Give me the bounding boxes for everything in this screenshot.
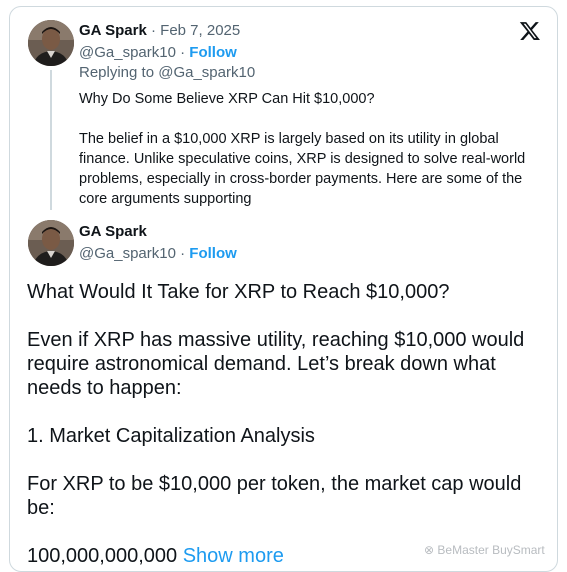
tweet-line: For XRP to be $10,000 per token, the mar… [27,473,522,495]
quoted-handle[interactable]: @Ga_spark10 [79,44,176,61]
separator: · [146,22,161,39]
quoted-tweet-text: Why Do Some Believe XRP Can Hit $10,000?… [79,89,549,209]
thread-connector-line [50,70,52,210]
tweet-line: needs to happen: [27,377,182,399]
quoted-paragraph: The belief in a $10,000 XRP is largely b… [79,131,526,207]
main-author-line: GA Spark [79,223,147,240]
tweet-line: require astronomical demand. Let’s break… [27,353,496,375]
quoted-author-name[interactable]: GA Spark [79,22,147,39]
quoted-date[interactable]: Feb 7, 2025 [160,22,240,39]
tweet-paragraph: For XRP to be $10,000 per token, the mar… [27,472,547,520]
tweet-list-item: 1. Market Capitalization Analysis [27,425,315,447]
watermark: ⊗ BeMaster BuySmart [424,543,545,557]
tweet-paragraph: Even if XRP has massive utility, reachin… [27,328,547,400]
avatar[interactable] [28,20,74,66]
tweet-line: Even if XRP has massive utility, reachin… [27,329,525,351]
main-follow-button[interactable]: Follow [189,245,237,262]
quoted-follow-button[interactable]: Follow [189,44,237,61]
main-handle-line: @Ga_spark10 · Follow [79,245,237,262]
show-more-link[interactable]: Show more [183,545,284,567]
quoted-author-line: GA Spark · Feb 7, 2025 [79,22,240,39]
quoted-handle-line: @Ga_spark10 · Follow [79,44,237,61]
tweet-line: be: [27,497,55,519]
separator: · [175,44,190,61]
tweet-heading: What Would It Take for XRP to Reach $10,… [27,281,450,303]
replying-to-label: Replying to @Ga_spark10 [79,64,256,81]
main-handle[interactable]: @Ga_spark10 [79,245,176,262]
main-tweet-text: What Would It Take for XRP to Reach $10,… [27,280,547,568]
quoted-paragraph: Why Do Some Believe XRP Can Hit $10,000? [79,91,375,107]
main-author-name[interactable]: GA Spark [79,223,147,240]
x-logo-icon[interactable] [519,20,541,42]
avatar[interactable] [28,220,74,266]
market-cap-value: 100,000,000,000 [27,545,183,567]
separator: · [175,245,190,262]
